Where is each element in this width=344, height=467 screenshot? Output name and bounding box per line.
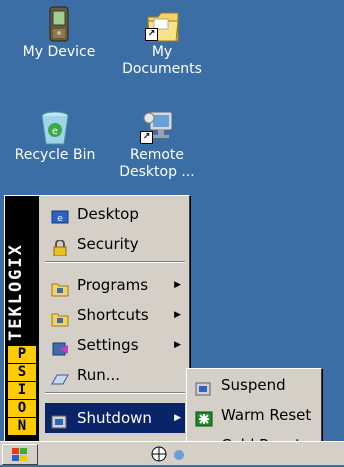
recycle-bin-icon: e [38,108,72,145]
desktop-icon: e [51,206,69,224]
submenu-arrow-icon: ▶ [174,340,181,350]
shortcut-arrow-icon: ↗ [145,28,158,41]
menu-item-programs[interactable]: Programs ▶ [45,270,185,300]
menu-item-label: Security [77,235,139,253]
menu-item-label: Run... [77,366,121,384]
submenu-item-label: Suspend [221,376,286,394]
submenu-arrow-icon: ▶ [174,310,181,320]
device-icon [42,5,76,42]
brand-strip: TEKLOGIX P S I O N [5,196,39,441]
remote-desktop-icon: ↗ [140,108,174,144]
windows-flag-icon [12,447,28,461]
menu-item-desktop[interactable]: e Desktop [45,199,185,229]
run-icon [51,367,69,385]
psion-logo: P S I O N [8,346,36,436]
warm-reset-icon [195,407,213,427]
desktop-icon-label: Remote Desktop ... [119,147,195,180]
desktop-icon-recycle-bin[interactable]: e Recycle Bin [5,108,105,164]
svg-text:e: e [52,126,58,137]
menu-item-label: Desktop [77,205,139,223]
menu-item-security[interactable]: Security [45,229,185,259]
psion-letter: N [8,418,36,435]
connection-icon[interactable] [172,447,186,466]
folder-shortcut-icon: ↗ [145,5,179,42]
folder-icon [51,307,69,327]
psion-letter: P [8,346,36,363]
menu-item-label: Shortcuts [77,306,149,324]
menu-separator [45,261,185,263]
menu-item-label: Settings [77,336,139,354]
submenu-arrow-icon: ▶ [174,280,181,290]
menu-item-run[interactable]: Run... [45,360,185,390]
desktop-icon-my-device[interactable]: My Device [9,5,109,61]
psion-letter: O [8,400,36,417]
start-button[interactable] [2,444,38,465]
menu-item-shutdown[interactable]: Shutdown ▶ [45,403,185,433]
desktop-icon-label: Recycle Bin [14,147,96,163]
submenu-item-warm-reset[interactable]: Warm Reset [189,400,319,430]
menu-separator [45,392,185,394]
lock-icon [51,236,69,257]
shortcut-arrow-icon: ↗ [140,131,153,144]
taskbar [0,441,344,465]
start-menu: TEKLOGIX P S I O N e Desktop Security Pr… [4,195,190,442]
folder-icon [51,277,69,297]
menu-item-label: Programs [77,276,149,294]
suspend-icon [195,377,213,396]
teklogix-logo: TEKLOGIX [6,243,26,341]
network-icon[interactable] [150,445,168,466]
shutdown-icon [51,410,69,429]
svg-text:e: e [57,214,63,224]
psion-letter: S [8,364,36,381]
settings-icon [51,337,69,356]
menu-item-shortcuts[interactable]: Shortcuts ▶ [45,300,185,330]
psion-letter: I [8,382,36,399]
desktop-icon-remote-desktop[interactable]: ↗ Remote Desktop ... [107,108,207,181]
submenu-item-label: Warm Reset [221,406,312,424]
menu-item-label: Shutdown [77,409,152,427]
menu-item-settings[interactable]: Settings ▶ [45,330,185,360]
system-tray [150,445,190,462]
desktop-icon-my-documents[interactable]: ↗ My Documents [112,5,212,78]
submenu-item-suspend[interactable]: Suspend [189,370,319,400]
desktop-icon-label: My Documents [122,44,202,77]
submenu-arrow-icon: ▶ [174,413,181,423]
